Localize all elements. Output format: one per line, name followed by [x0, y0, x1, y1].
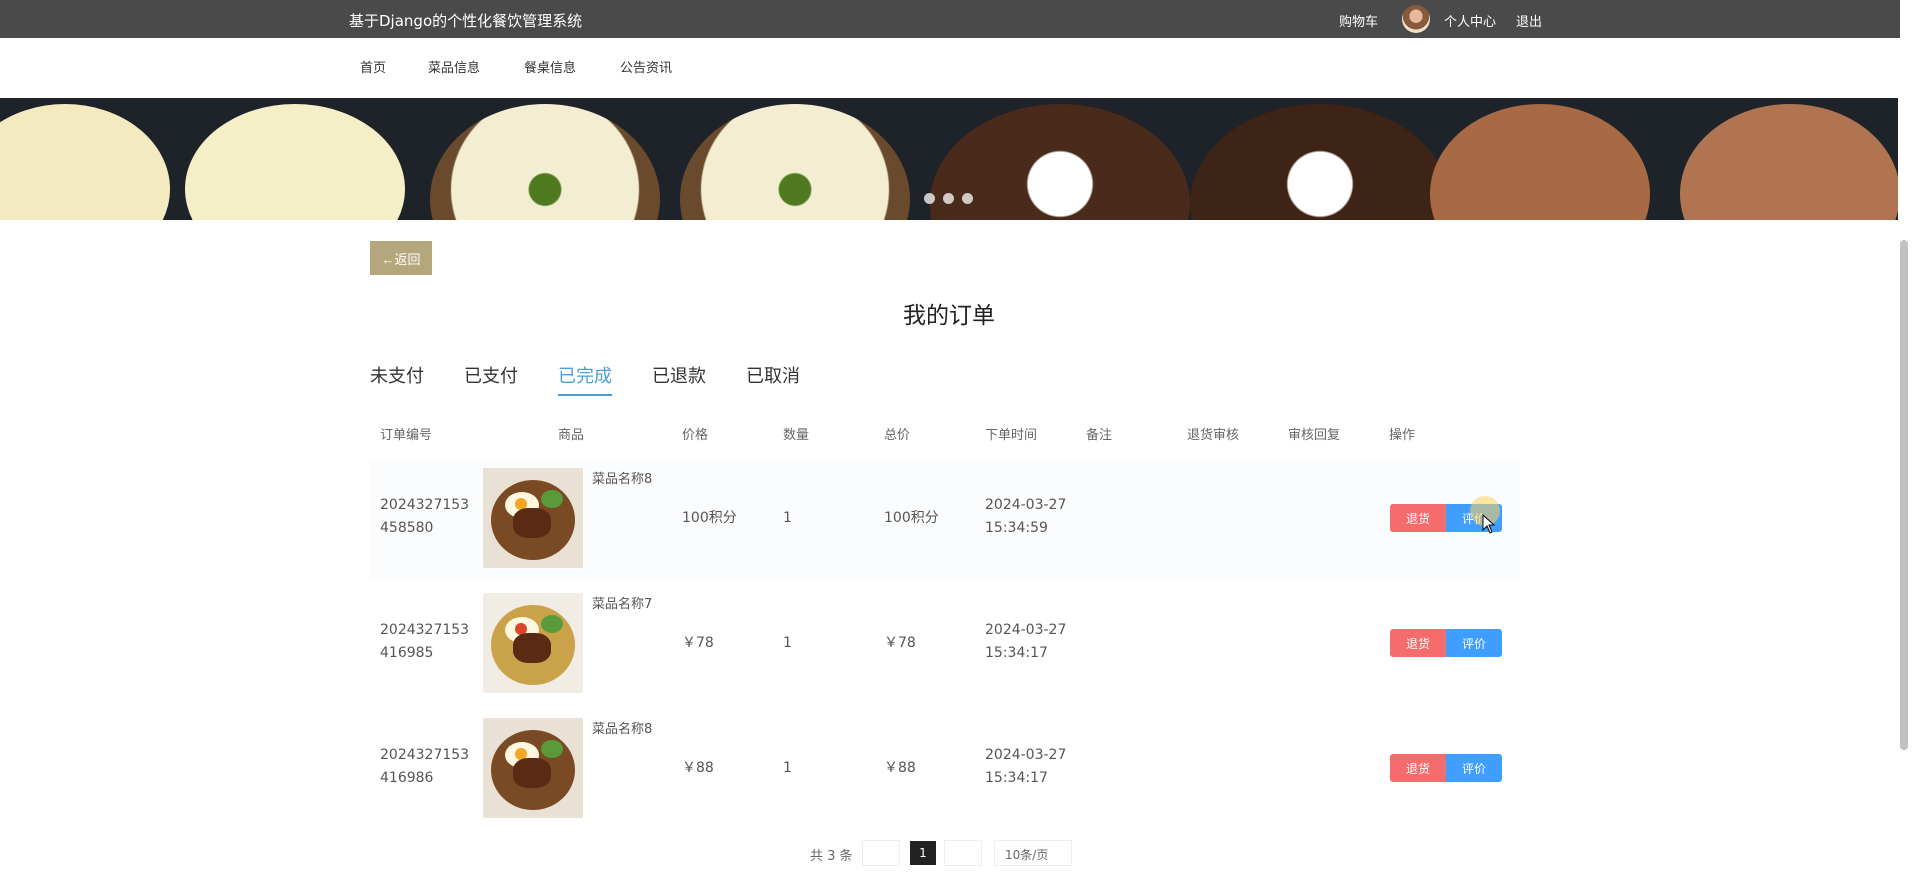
column-header: 下单时间 [985, 428, 1038, 443]
price: ￥88 [682, 760, 714, 776]
banner-food-image [1680, 104, 1898, 220]
order-time: 2024-03-27 15:34:17 [985, 747, 1067, 786]
price: ￥78 [682, 635, 714, 651]
banner-food-image [185, 104, 405, 220]
banner-food-image [1190, 104, 1450, 220]
order-number: 2024327153 458580 [380, 497, 470, 536]
order-time: 2024-03-27 15:34:59 [985, 497, 1067, 536]
prev-page-button[interactable] [862, 840, 900, 866]
product-image [483, 593, 583, 693]
table-row: 2024327153 416985 菜品名称7 ￥78 1 ￥78 2024-03… [370, 585, 1520, 705]
product-name: 菜品名称8 [592, 722, 653, 737]
total: ￥78 [884, 635, 916, 651]
nav-item-tables[interactable]: 餐桌信息 [524, 57, 576, 76]
page-size-select[interactable]: 10条/页 [994, 840, 1072, 866]
review-button[interactable]: 评价 [1446, 629, 1502, 657]
tab-paid[interactable]: 已支付 [464, 362, 518, 388]
user-center-link[interactable]: 个人中心 [1444, 11, 1496, 30]
column-header: 数量 [783, 428, 810, 443]
top-bar: 基于Django的个性化餐饮管理系统 购物车 个人中心 退出 [0, 0, 1900, 38]
product-image [483, 718, 583, 818]
nav-item-home[interactable]: 首页 [360, 57, 386, 76]
carousel-dots [924, 193, 973, 204]
banner-carousel[interactable] [0, 98, 1898, 220]
back-button[interactable]: ←返回 [370, 241, 432, 275]
order-number: 2024327153 416985 [380, 622, 470, 661]
product-image [483, 468, 583, 568]
review-button[interactable]: 评价 [1446, 754, 1502, 782]
pagination-total: 共 3 条 [810, 849, 853, 864]
main-nav: 首页 菜品信息 餐桌信息 公告资讯 [0, 38, 1900, 98]
column-header: 订单编号 [380, 428, 433, 443]
scrollbar[interactable] [1900, 240, 1908, 750]
tab-cancelled[interactable]: 已取消 [746, 362, 800, 388]
column-header: 审核回复 [1288, 428, 1341, 443]
column-header: 备注 [1086, 428, 1113, 443]
order-time: 2024-03-27 15:34:17 [985, 622, 1067, 661]
banner-food-image [680, 104, 910, 220]
carousel-dot[interactable] [943, 193, 954, 204]
product-name: 菜品名称7 [592, 597, 653, 612]
table-row: 2024327153 458580 菜品名称8 100积分 1 100积分 202… [370, 460, 1520, 580]
total: 100积分 [884, 510, 939, 526]
logout-link[interactable]: 退出 [1516, 11, 1542, 30]
refund-button[interactable]: 退货 [1390, 629, 1446, 657]
tab-refunded[interactable]: 已退款 [652, 362, 706, 388]
banner-food-image [0, 104, 170, 220]
price: 100积分 [682, 510, 737, 526]
mouse-cursor-icon [1482, 514, 1496, 534]
cart-link[interactable]: 购物车 [1339, 11, 1378, 30]
column-header: 商品 [558, 428, 585, 443]
carousel-dot[interactable] [962, 193, 973, 204]
next-page-button[interactable] [944, 840, 982, 866]
refund-button[interactable]: 退货 [1390, 754, 1446, 782]
quantity: 1 [783, 635, 792, 651]
banner-food-image [1430, 104, 1650, 220]
order-number: 2024327153 416986 [380, 747, 470, 786]
page-title: 我的订单 [903, 303, 995, 329]
nav-item-news[interactable]: 公告资讯 [620, 57, 672, 76]
avatar[interactable] [1402, 5, 1430, 33]
refund-button[interactable]: 退货 [1390, 504, 1446, 532]
banner-food-image [430, 104, 660, 220]
site-title: 基于Django的个性化餐饮管理系统 [349, 12, 583, 30]
tab-unpaid[interactable]: 未支付 [370, 362, 424, 388]
table-row: 2024327153 416986 菜品名称8 ￥88 1 ￥88 2024-03… [370, 710, 1520, 830]
nav-item-dishes[interactable]: 菜品信息 [428, 57, 480, 76]
carousel-dot[interactable] [924, 193, 935, 204]
tab-completed[interactable]: 已完成 [558, 362, 612, 396]
column-header: 退货审核 [1187, 428, 1240, 443]
product-name: 菜品名称8 [592, 472, 653, 487]
page-number-current[interactable]: 1 [910, 841, 936, 865]
quantity: 1 [783, 510, 792, 526]
column-header: 总价 [884, 428, 911, 443]
column-header: 价格 [682, 428, 709, 443]
total: ￥88 [884, 760, 916, 776]
quantity: 1 [783, 760, 792, 776]
column-header: 操作 [1389, 428, 1416, 443]
